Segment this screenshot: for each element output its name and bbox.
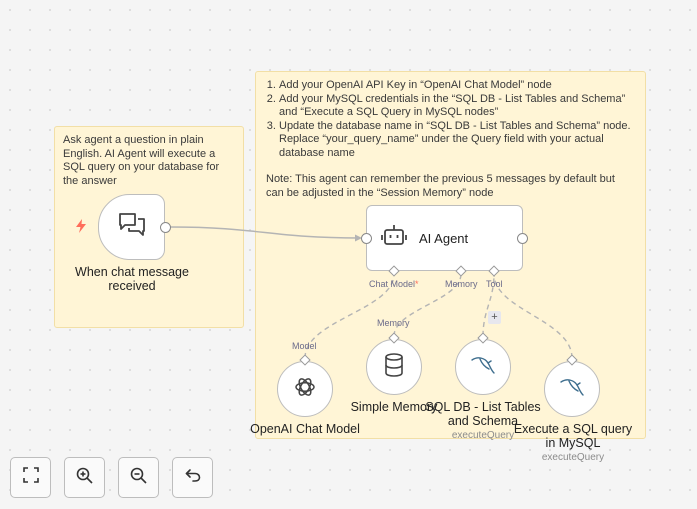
zoom-in-icon xyxy=(76,467,93,489)
chat-trigger-node[interactable] xyxy=(98,194,165,260)
undo-icon xyxy=(185,467,201,488)
lightning-icon xyxy=(75,219,87,238)
trigger-node-label: When chat message received xyxy=(75,265,189,293)
sql-db-list-tables-sublabel: executeQuery xyxy=(451,430,515,441)
memory-handle-label: Memory xyxy=(445,279,478,289)
robot-icon xyxy=(381,224,407,253)
add-tool-button[interactable]: + xyxy=(488,311,501,324)
connection-trigger-to-agent xyxy=(169,226,361,239)
openai-node-label: OpenAI Chat Model xyxy=(250,422,360,436)
mysql-icon xyxy=(470,354,496,381)
chat-model-handle-label: Chat Model* xyxy=(369,279,419,289)
zoom-out-icon xyxy=(130,467,147,489)
fit-view-button[interactable] xyxy=(10,457,51,498)
mysql-icon xyxy=(559,376,585,403)
database-icon xyxy=(384,352,404,382)
model-input-label: Model xyxy=(292,341,317,351)
expand-icon xyxy=(22,467,39,488)
execute-sql-query-node[interactable] xyxy=(544,361,600,417)
undo-button[interactable] xyxy=(172,457,213,498)
zoom-out-button[interactable] xyxy=(118,457,159,498)
agent-output-port[interactable] xyxy=(517,233,528,244)
agent-input-port[interactable] xyxy=(361,233,372,244)
ai-agent-label: AI Agent xyxy=(419,230,469,246)
chat-bubbles-icon xyxy=(117,211,147,244)
trigger-output-port[interactable] xyxy=(160,222,171,233)
tool-handle-label: Tool xyxy=(486,279,503,289)
openai-icon xyxy=(293,375,317,404)
connection-exec-to-agent xyxy=(493,273,573,359)
execute-sql-query-sublabel: executeQuery xyxy=(541,452,605,463)
sql-db-list-tables-node[interactable] xyxy=(455,339,511,395)
ai-agent-node[interactable]: AI Agent xyxy=(366,205,523,271)
memory-input-label: Memory xyxy=(377,318,410,328)
simple-memory-node[interactable] xyxy=(366,339,422,395)
zoom-in-button[interactable] xyxy=(64,457,105,498)
execute-sql-query-label: Execute a SQL query in MySQL xyxy=(513,422,633,450)
openai-chat-model-node[interactable] xyxy=(277,361,333,417)
